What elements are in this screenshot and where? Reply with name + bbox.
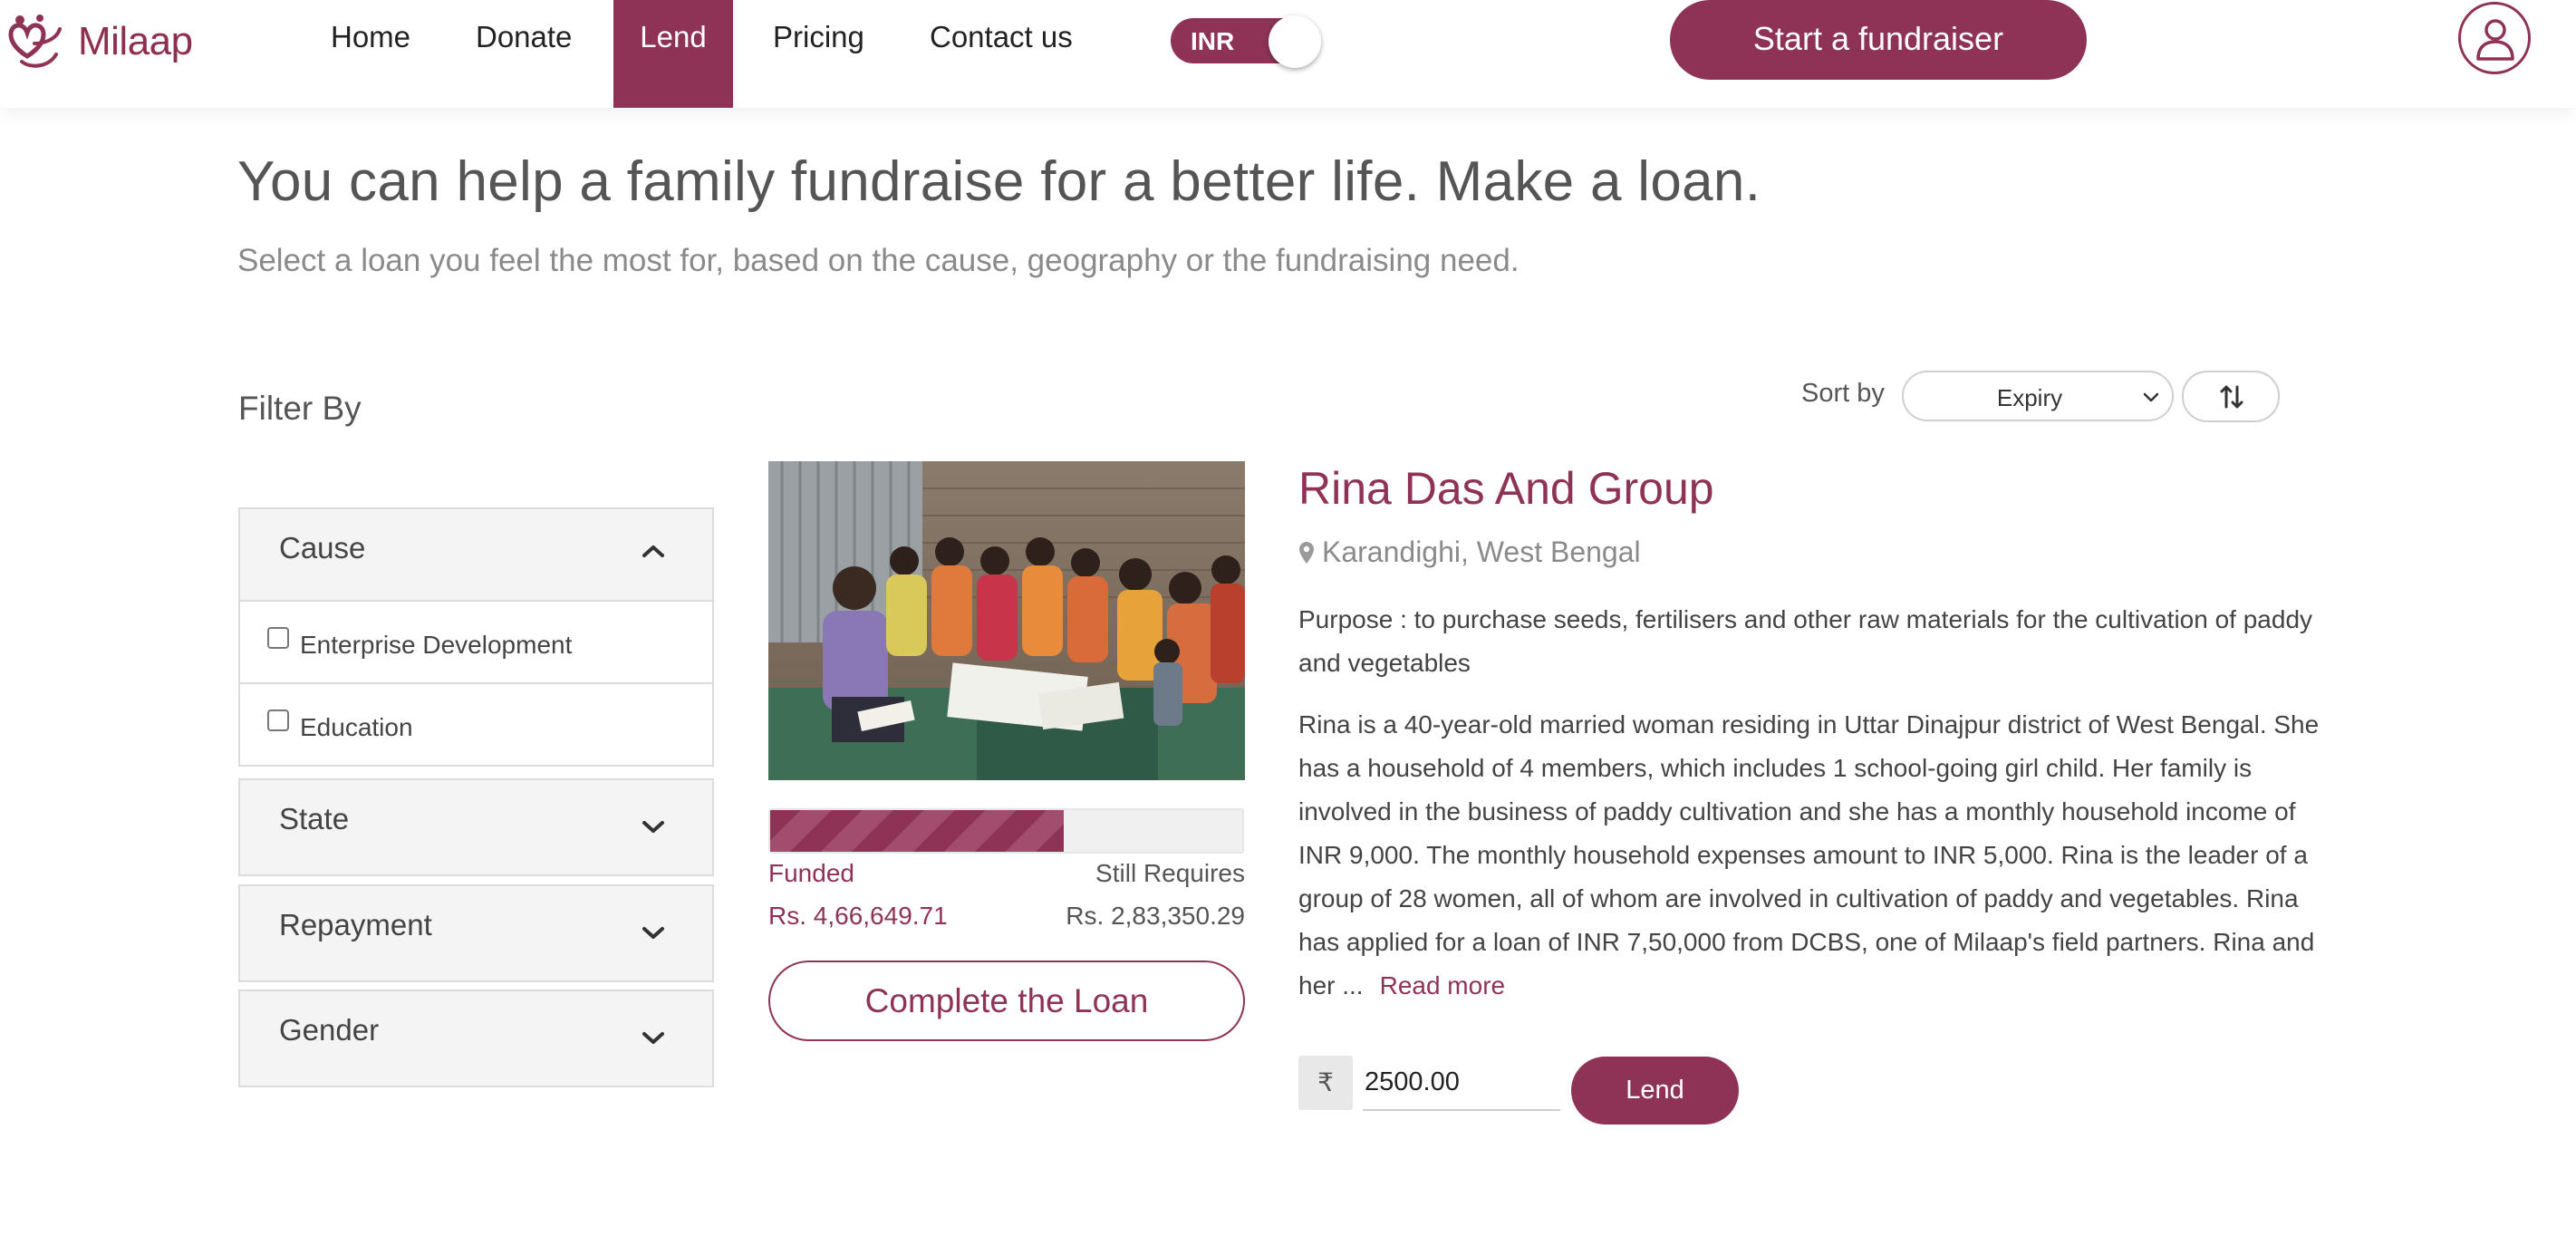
page-subtitle: Select a loan you feel the most for, bas… (237, 243, 1520, 278)
filter-repayment-label: Repayment (279, 908, 432, 941)
lend-button[interactable]: Lend (1571, 1057, 1739, 1125)
map-pin-icon (1299, 542, 1314, 564)
filter-cause-panel: Cause Enterprise Development Education (238, 507, 714, 767)
top-navbar: Milaap Home Donate Lend Pricing Contact … (0, 0, 2576, 108)
filter-state-panel: State (238, 778, 714, 876)
loan-title[interactable]: Rina Das And Group (1298, 462, 1714, 515)
page-title: You can help a family fundraise for a be… (237, 150, 1761, 213)
chevron-down-icon (2143, 392, 2159, 402)
filter-gender-panel: Gender (238, 990, 714, 1087)
still-requires-label: Still Requires (1095, 859, 1245, 887)
chevron-up-icon (642, 545, 664, 557)
logo-text: Milaap (78, 19, 193, 63)
read-more-link[interactable]: Read more (1380, 971, 1506, 999)
user-icon (2476, 19, 2514, 61)
enterprise-development-checkbox[interactable] (267, 627, 289, 649)
sort-selected-value: Expiry (1996, 384, 2063, 411)
funded-amount: Rs. 4,66,649.71 (768, 902, 948, 930)
filter-state-label: State (279, 802, 350, 835)
loan-group-photo[interactable] (768, 461, 1245, 780)
still-requires-amount: Rs. 2,83,350.29 (1066, 902, 1245, 930)
user-account-button[interactable] (2458, 2, 2531, 74)
chevron-down-icon (642, 821, 664, 833)
lend-amount-input[interactable] (1363, 1055, 1560, 1111)
filter-option-label: Education (300, 713, 413, 741)
loan-purpose: Purpose : to purchase seeds, fertilisers… (1298, 605, 2313, 677)
filter-gender-header[interactable]: Gender (240, 991, 712, 1086)
currency-toggle[interactable]: INR (1171, 15, 1321, 68)
nav-lend-active[interactable]: Lend (613, 0, 733, 108)
loan-location: Karandighi, West Bengal (1298, 536, 1641, 569)
filter-by-title: Filter By (238, 390, 362, 427)
start-fundraiser-button[interactable]: Start a fundraiser (1670, 0, 2087, 80)
filter-state-header[interactable]: State (240, 780, 712, 874)
sort-by-label: Sort by (1801, 379, 1885, 408)
sort-select[interactable]: Expiry (1902, 371, 2174, 421)
funding-progress-fill (770, 810, 1065, 852)
complete-the-loan-button[interactable]: Complete the Loan (768, 961, 1245, 1041)
milaap-logo[interactable]: Milaap (4, 7, 193, 76)
nav-pricing[interactable]: Pricing (773, 0, 864, 108)
sort-arrows-icon (2220, 385, 2243, 409)
filter-option-row: Enterprise Development (240, 600, 712, 682)
currency-toggle-knob (1269, 15, 1321, 68)
loan-description: Rina is a 40-year-old married woman resi… (1298, 703, 2322, 1008)
filter-option-row: Education (240, 682, 712, 765)
nav-donate[interactable]: Donate (476, 0, 572, 108)
funding-progress-bar (768, 808, 1244, 854)
loan-description-text: Rina is a 40-year-old married woman resi… (1298, 710, 2320, 999)
filter-cause-label: Cause (279, 531, 366, 565)
filter-option-label: Enterprise Development (300, 631, 573, 659)
filter-repayment-header[interactable]: Repayment (240, 886, 712, 980)
currency-toggle-label: INR (1191, 27, 1235, 55)
nav-home[interactable]: Home (331, 0, 410, 108)
filter-gender-label: Gender (279, 1013, 380, 1047)
education-checkbox[interactable] (267, 710, 289, 731)
sort-direction-button[interactable] (2182, 371, 2280, 422)
chevron-down-icon (642, 1032, 664, 1044)
nav-contact[interactable]: Contact us (930, 0, 1073, 108)
milaap-logo-mark-icon (8, 14, 62, 68)
group-photo-image (768, 461, 1245, 780)
filter-repayment-panel: Repayment (238, 884, 714, 982)
chevron-down-icon (642, 927, 664, 939)
funded-label: Funded (768, 859, 854, 887)
rupee-currency-icon: ₹ (1298, 1056, 1353, 1110)
loan-location-text: Karandighi, West Bengal (1322, 536, 1641, 568)
filter-cause-header[interactable]: Cause (240, 509, 712, 600)
